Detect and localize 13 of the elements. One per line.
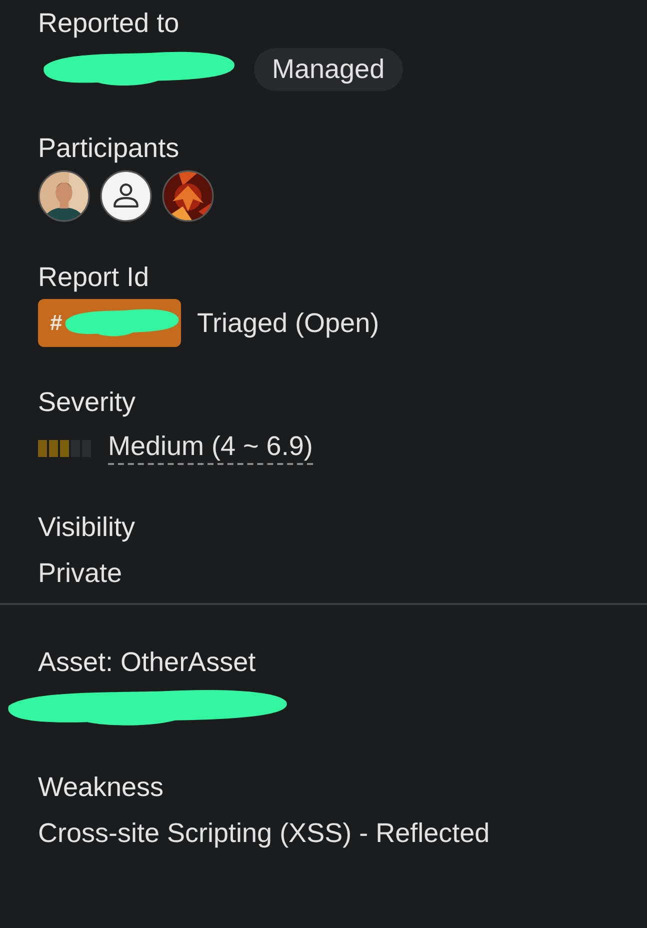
field-label: Visibility bbox=[38, 512, 136, 543]
field-label: Severity bbox=[38, 387, 137, 418]
field-value: Cross-site Scripting (XSS) - Reflected bbox=[38, 818, 490, 848]
default-avatar-icon bbox=[100, 170, 152, 222]
field-label: Report Id bbox=[38, 262, 150, 293]
field-label: Participants bbox=[38, 133, 180, 164]
field-value: Private bbox=[38, 558, 122, 588]
managed-tag: Managed bbox=[254, 48, 403, 90]
field-label: Weakness bbox=[38, 772, 165, 803]
field-label: Asset: OtherAsset bbox=[38, 647, 257, 678]
field-value: Triaged (Open) bbox=[197, 308, 380, 338]
field-label: Reported to bbox=[38, 8, 180, 39]
severity-value[interactable]: Medium (4 ~ 6.9) bbox=[108, 431, 313, 465]
